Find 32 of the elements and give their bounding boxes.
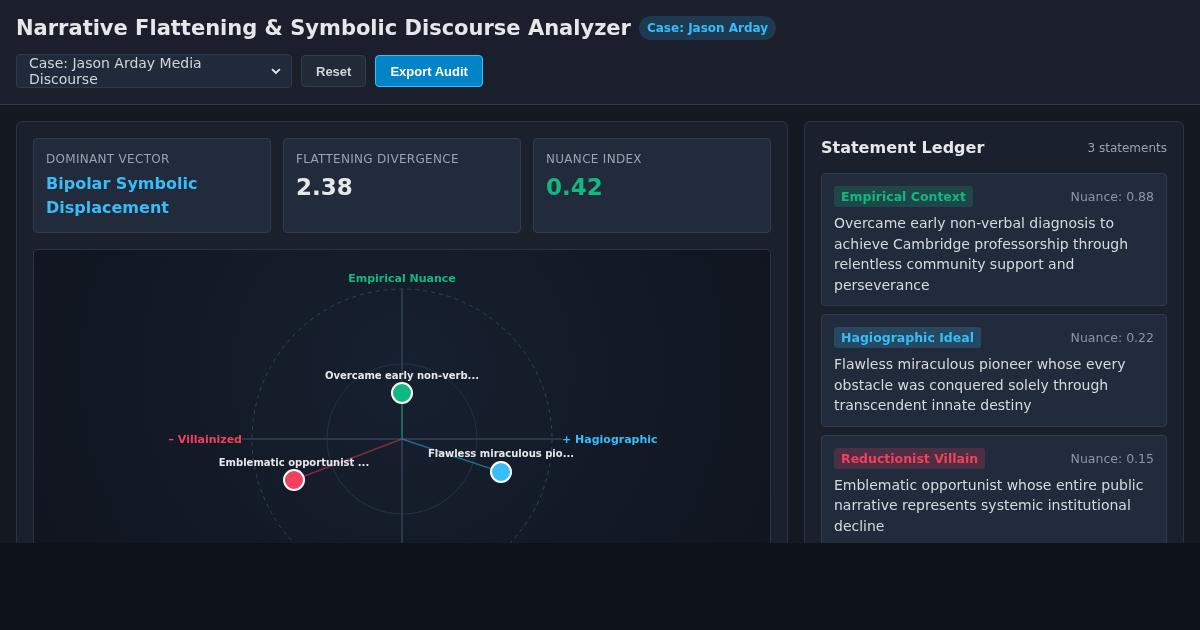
nuance-score: Nuance: 0.22 [1070,330,1154,345]
statement-point[interactable] [391,382,413,404]
point-label: Overcame early non-verb... [325,370,479,381]
axis-label: + Hagiographic [562,433,658,446]
nuance-score: Nuance: 0.15 [1070,450,1154,466]
axis-label: – Villainized [168,433,242,446]
case-select[interactable]: Case: Jason Arday Media Discourse [16,54,292,88]
statement-count: 3 statements [1087,140,1167,155]
point-label: Flawless miraculous pio... [427,448,575,459]
metric-value: Bipolar Symbolic Displacement [46,173,199,219]
metric-value: 2.38 [296,173,354,202]
nuance-score: Nuance: 0.88 [1070,189,1154,204]
statement-tag: Hagiographic Ideal [834,327,981,348]
statement-tag: Reductionist Villain [834,447,986,469]
axis-label: Empirical Nuance [348,272,456,285]
metric-value: 0.42 [546,173,604,202]
reset-button[interactable]: Reset [301,55,367,87]
app-title: Narrative Flattening & Symbolic Discourse Analyzer [16,16,631,40]
ledger-title: Statement Ledger [821,138,985,157]
metric-label: NUANCE INDEX [546,152,643,166]
statement-text: Emblematic opportunist whose entire public narrative represents systemic institutional decline [834,475,1145,536]
statement-tag: Empirical Context [834,186,973,207]
chevron-down-icon [271,67,281,75]
case-badge: Case: Jason Arday [638,16,777,40]
statement-text: Flawless miraculous pioneer whose every obstacle was conquered solely through transcendent innate destiny [834,355,1127,415]
statement-point[interactable] [283,469,305,491]
statement-point[interactable] [490,461,512,483]
metric-label: FLATTENING DIVERGENCE [296,152,460,166]
metric-label: DOMINANT VECTOR [46,152,171,166]
statement-text: Overcame early non-verbal diagnosis to achieve Cambridge professorship through relentless community support and perseverance [834,214,1130,295]
point-label: Emblematic opportunist ... [218,457,370,468]
export-button[interactable]: Export Audit [375,55,483,87]
